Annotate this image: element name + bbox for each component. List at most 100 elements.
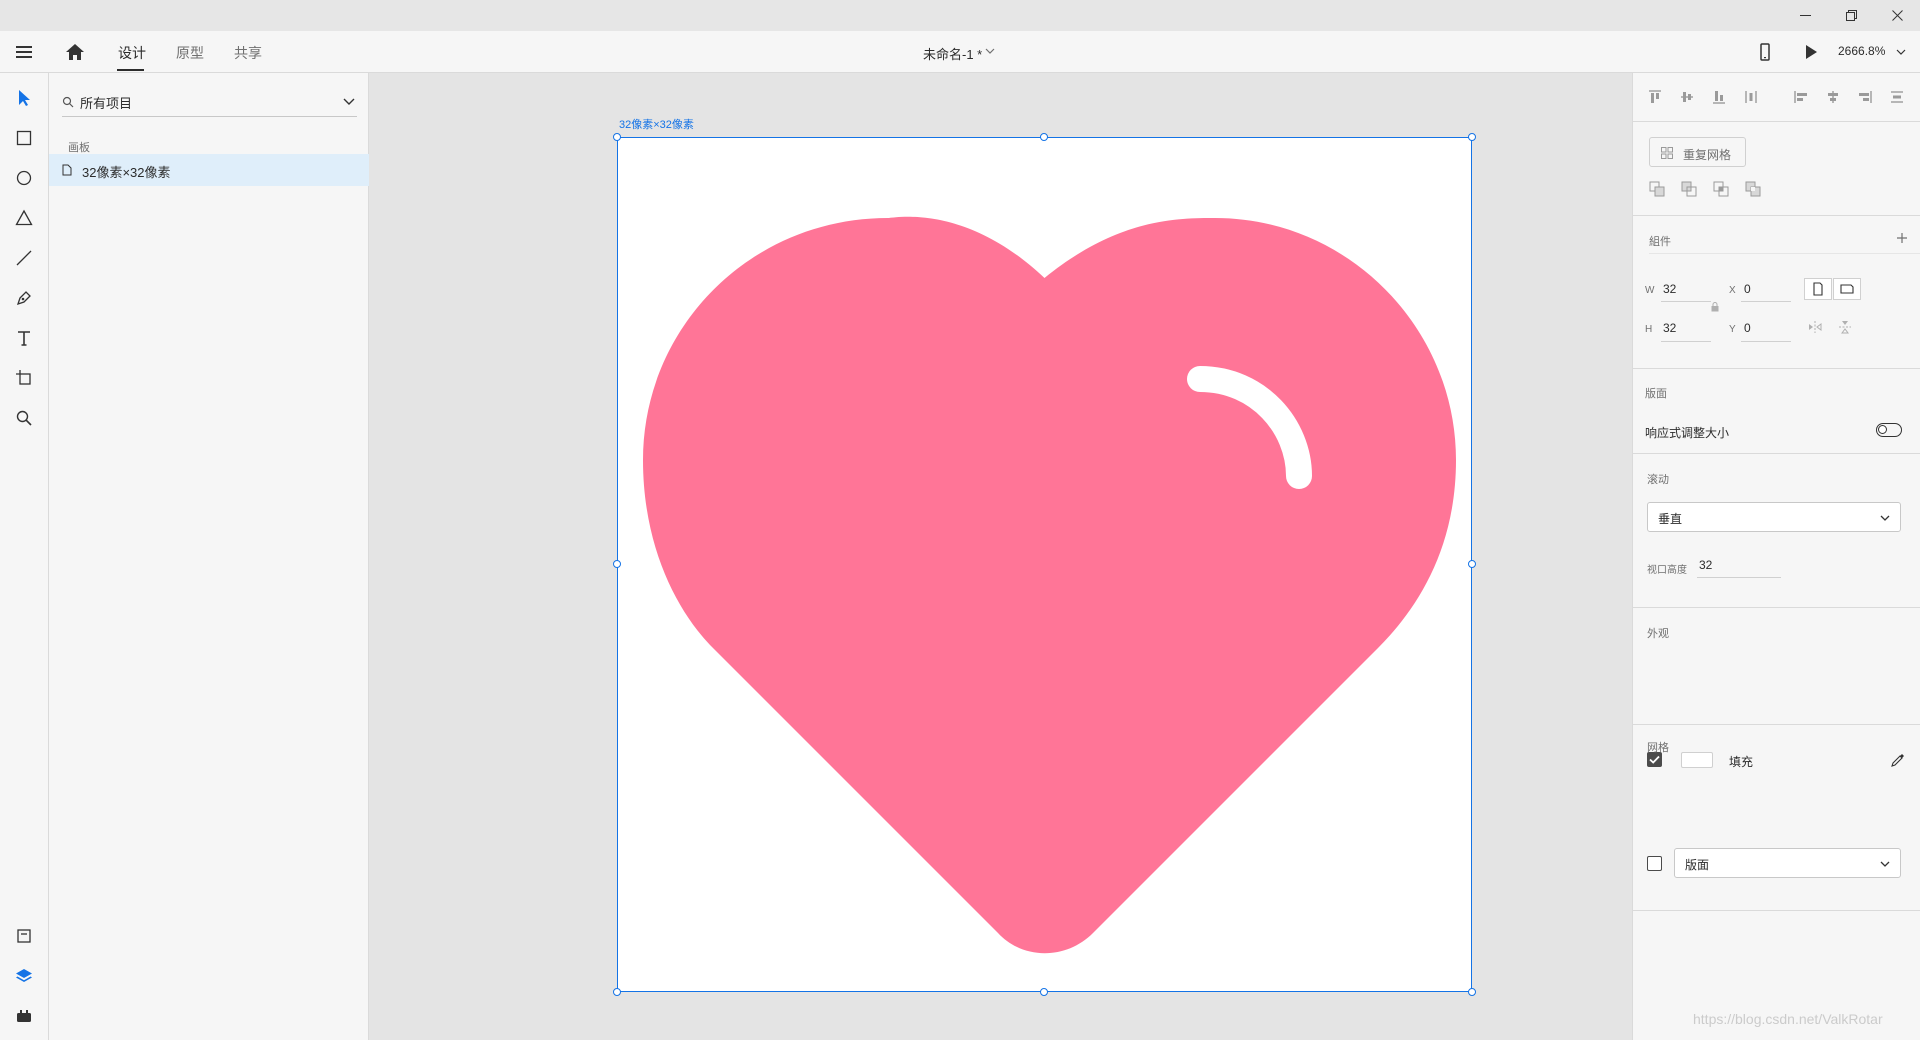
- align-left-icon[interactable]: [1793, 89, 1809, 105]
- home-icon[interactable]: [65, 42, 85, 62]
- play-icon[interactable]: [1804, 44, 1818, 60]
- minimize-icon[interactable]: [1782, 0, 1828, 31]
- x-input[interactable]: 0: [1744, 282, 1751, 296]
- divider: [1633, 724, 1920, 725]
- ellipse-icon[interactable]: [13, 167, 35, 189]
- rectangle-icon[interactable]: [13, 127, 35, 149]
- chevron-down-icon: [1880, 515, 1890, 521]
- viewport-height-input[interactable]: 32: [1699, 558, 1712, 572]
- portrait-icon: [1813, 282, 1823, 296]
- device-preview-icon[interactable]: [1758, 43, 1772, 61]
- resize-handle-bottom-left[interactable]: [613, 988, 621, 996]
- design-canvas[interactable]: 32像素×32像素: [370, 73, 1632, 1040]
- portrait-button[interactable]: [1804, 278, 1832, 300]
- y-input[interactable]: 0: [1744, 321, 1751, 335]
- repeat-grid-button[interactable]: 重复网格: [1649, 137, 1746, 167]
- eyedropper-icon[interactable]: [1890, 752, 1906, 768]
- distribute-vertical-icon[interactable]: [1743, 89, 1759, 105]
- property-inspector: 重复网格 組件 W 32 H 32 X 0 Y 0 版面 响应式调整大小 滚动 …: [1632, 73, 1920, 1040]
- height-label: H: [1645, 324, 1653, 335]
- artboard-title[interactable]: 32像素×32像素: [619, 116, 694, 132]
- component-label: 組件: [1649, 236, 1671, 248]
- resize-handle-bottom-right[interactable]: [1468, 988, 1476, 996]
- app-menubar: 设计 原型 共享 未命名-1 * 2666.8%: [0, 31, 1920, 73]
- resize-handle-left[interactable]: [613, 560, 621, 568]
- pen-icon[interactable]: [13, 287, 35, 309]
- align-middle-icon[interactable]: [1679, 89, 1695, 105]
- viewport-height-label: 视口高度: [1647, 565, 1687, 576]
- layers-icon[interactable]: [13, 965, 35, 987]
- distribute-horizontal-icon[interactable]: [1889, 89, 1905, 105]
- scroll-label: 滚动: [1647, 474, 1669, 486]
- zoom-level[interactable]: 2666.8%: [1838, 44, 1885, 58]
- search-icon: [62, 96, 74, 108]
- responsive-resize-label: 响应式调整大小: [1645, 426, 1730, 440]
- resize-handle-right[interactable]: [1468, 560, 1476, 568]
- resize-handle-top[interactable]: [1040, 133, 1048, 141]
- polygon-icon[interactable]: [13, 207, 35, 229]
- flip-vertical-icon[interactable]: [1837, 319, 1853, 335]
- scroll-dropdown[interactable]: 垂直: [1647, 502, 1901, 532]
- align-bottom-icon[interactable]: [1711, 89, 1727, 105]
- chevron-down-icon[interactable]: [1896, 48, 1906, 56]
- layers-panel: 所有项目 画板 32像素×32像素: [49, 73, 369, 1040]
- document-title[interactable]: 未命名-1 *: [923, 44, 982, 63]
- zoom-icon[interactable]: [13, 407, 35, 429]
- layer-item-artboard[interactable]: 32像素×32像素: [49, 154, 369, 186]
- restore-icon[interactable]: [1828, 0, 1874, 31]
- align-right-icon[interactable]: [1857, 89, 1873, 105]
- height-input[interactable]: 32: [1663, 321, 1676, 335]
- tab-prototype[interactable]: 原型: [176, 43, 204, 63]
- chevron-down-icon[interactable]: [343, 97, 355, 107]
- fill-label: 填充: [1729, 755, 1754, 769]
- layer-search[interactable]: 所有项目: [62, 87, 357, 117]
- boolean-add-icon[interactable]: [1649, 181, 1665, 197]
- layout-label: 版面: [1645, 388, 1667, 400]
- resize-handle-top-right[interactable]: [1468, 133, 1476, 141]
- grid-type-dropdown[interactable]: 版面: [1674, 848, 1901, 878]
- grid-type-value: 版面: [1685, 858, 1710, 872]
- flip-horizontal-icon[interactable]: [1807, 319, 1823, 335]
- boolean-intersect-icon[interactable]: [1713, 181, 1729, 197]
- grid-checkbox[interactable]: [1647, 856, 1662, 871]
- divider: [1633, 121, 1920, 122]
- resize-handle-top-left[interactable]: [613, 133, 621, 141]
- fill-color-swatch[interactable]: [1681, 752, 1713, 768]
- assets-icon[interactable]: [13, 925, 35, 947]
- y-label: Y: [1729, 324, 1736, 335]
- width-input[interactable]: 32: [1663, 282, 1676, 296]
- select-icon[interactable]: [13, 87, 35, 109]
- lock-aspect-icon[interactable]: [1711, 302, 1719, 312]
- hamburger-menu-icon[interactable]: [15, 43, 33, 61]
- divider: [1633, 910, 1920, 911]
- add-component-icon[interactable]: [1896, 232, 1908, 244]
- scroll-dropdown-value: 垂直: [1658, 512, 1683, 526]
- tab-share[interactable]: 共享: [234, 43, 262, 63]
- chevron-down-icon: [1880, 861, 1890, 867]
- watermark: https://blog.csdn.net/ValkRotar: [1693, 1011, 1883, 1027]
- align-center-icon[interactable]: [1825, 89, 1841, 105]
- plugins-icon[interactable]: [13, 1005, 35, 1027]
- line-icon[interactable]: [13, 247, 35, 269]
- tab-design[interactable]: 设计: [118, 43, 146, 63]
- search-input[interactable]: 所有项目: [80, 93, 132, 112]
- boolean-subtract-icon[interactable]: [1681, 181, 1697, 197]
- boolean-exclude-icon[interactable]: [1745, 181, 1761, 197]
- grid-icon: [1661, 147, 1673, 159]
- active-tab-indicator: [117, 69, 144, 71]
- close-icon[interactable]: [1874, 0, 1920, 31]
- chevron-down-icon[interactable]: [985, 47, 995, 55]
- artboard[interactable]: [617, 137, 1472, 992]
- responsive-resize-toggle[interactable]: [1876, 423, 1902, 437]
- divider: [1649, 253, 1920, 254]
- artboard-icon[interactable]: [13, 367, 35, 389]
- y-underline: [1741, 341, 1791, 342]
- toggle-knob: [1878, 425, 1887, 434]
- x-underline: [1741, 301, 1791, 302]
- height-underline: [1661, 341, 1711, 342]
- text-icon[interactable]: [13, 327, 35, 349]
- heart-shape[interactable]: [618, 138, 1471, 991]
- align-top-icon[interactable]: [1647, 89, 1663, 105]
- resize-handle-bottom[interactable]: [1040, 988, 1048, 996]
- landscape-button[interactable]: [1833, 278, 1861, 300]
